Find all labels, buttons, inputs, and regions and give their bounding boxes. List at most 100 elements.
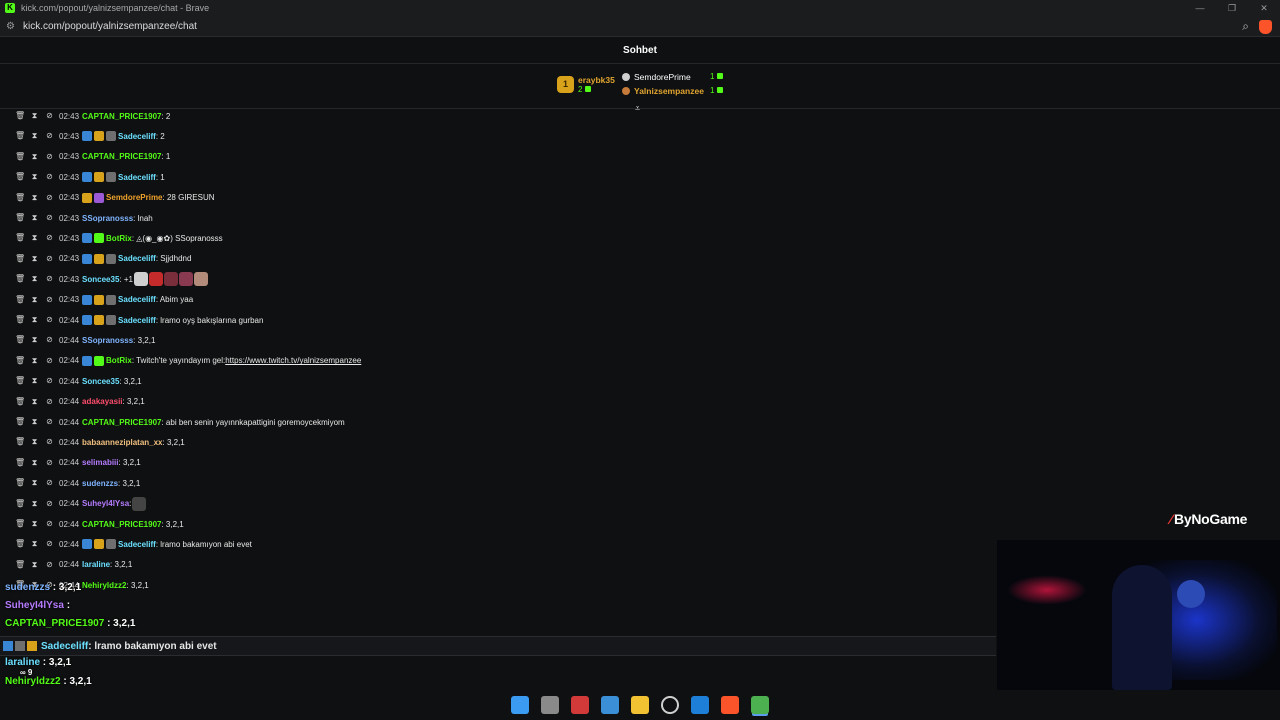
delete-icon[interactable]: 🗑 xyxy=(15,111,25,121)
maximize-button[interactable]: ❐ xyxy=(1216,0,1248,16)
ban-icon[interactable]: ⊘ xyxy=(46,254,53,264)
ban-icon[interactable]: ⊘ xyxy=(46,437,53,447)
chat-message[interactable]: 🗑 ⧗ ⊘ 02:43 SemdorePrime: 28 GIRESUN xyxy=(0,191,215,205)
leaderboard-second[interactable]: SemdorePrime xyxy=(622,72,691,82)
timeout-icon[interactable]: ⧗ xyxy=(31,376,38,386)
chat-message[interactable]: 🗑 ⧗ ⊘ 02:44 Suheyl4lYsa: xyxy=(0,496,147,511)
message-link[interactable]: https://www.twitch.tv/yalnizsempanzee xyxy=(225,356,361,365)
ban-icon[interactable]: ⊘ xyxy=(46,315,53,325)
delete-icon[interactable]: 🗑 xyxy=(15,519,25,529)
minimize-button[interactable]: — xyxy=(1184,0,1216,16)
site-settings-icon[interactable]: ⚙ xyxy=(6,21,15,32)
message-username[interactable]: babaanneziplatan_xx xyxy=(82,438,162,447)
ban-icon[interactable]: ⊘ xyxy=(46,172,53,182)
delete-icon[interactable]: 🗑 xyxy=(15,131,25,141)
zoom-icon[interactable]: ⌕ xyxy=(1242,19,1249,34)
timeout-icon[interactable]: ⧗ xyxy=(31,519,38,529)
message-username[interactable]: CAPTAN_PRICE1907 xyxy=(82,520,161,529)
chat-message[interactable]: 🗑 ⧗ ⊘ 02:44 Sadeceliff: lramo bakamıyon abi … xyxy=(0,537,252,551)
message-username[interactable]: sudenzzs xyxy=(82,479,118,488)
delete-icon[interactable]: 🗑 xyxy=(15,560,25,570)
timeout-icon[interactable]: ⧗ xyxy=(31,539,38,549)
leaderboard-first[interactable]: 1 eraybk35 2 xyxy=(557,75,615,94)
delete-icon[interactable]: 🗑 xyxy=(15,172,25,182)
chat-message[interactable]: 🗑 ⧗ ⊘ 02:44 SSopranosss: 3,2,1 xyxy=(0,333,155,347)
chat-message[interactable]: 🗑 ⧗ ⊘ 02:44 BotRix: Twitch'te yayındayım gel… xyxy=(0,354,361,368)
chrome-icon[interactable] xyxy=(751,696,769,714)
delete-icon[interactable]: 🗑 xyxy=(15,417,25,427)
delete-icon[interactable]: 🗑 xyxy=(15,478,25,488)
ban-icon[interactable]: ⊘ xyxy=(46,295,53,305)
message-username[interactable]: SSopranosss xyxy=(82,214,133,223)
delete-icon[interactable]: 🗑 xyxy=(15,335,25,345)
message-username[interactable]: Soncee35 xyxy=(82,275,119,284)
ban-icon[interactable]: ⊘ xyxy=(46,458,53,468)
timeout-icon[interactable]: ⧗ xyxy=(31,499,38,509)
message-username[interactable]: SSopranosss xyxy=(82,336,133,345)
delete-icon[interactable]: 🗑 xyxy=(15,295,25,305)
chat-message[interactable]: 🗑 ⧗ ⊘ 02:44 babaanneziplatan_xx: 3,2,1 xyxy=(0,435,185,449)
ban-icon[interactable]: ⊘ xyxy=(46,213,53,223)
brave-icon[interactable] xyxy=(721,696,739,714)
delete-icon[interactable]: 🗑 xyxy=(15,356,25,366)
snipping-tool-icon[interactable] xyxy=(571,696,589,714)
ban-icon[interactable]: ⊘ xyxy=(46,478,53,488)
chat-message[interactable]: 🗑 ⧗ ⊘ 02:43 SSopranosss: lnah xyxy=(0,211,153,225)
chat-message[interactable]: 🗑 ⧗ ⊘ 02:43 Sadeceliff: Sjjdhdnd xyxy=(0,252,191,266)
chat-message[interactable]: 🗑 ⧗ ⊘ 02:43 Sadeceliff: Abim yaa xyxy=(0,293,193,307)
message-username[interactable]: Sadeceliff xyxy=(118,254,156,263)
timeout-icon[interactable]: ⧗ xyxy=(31,335,38,345)
message-username[interactable]: Soncee35 xyxy=(82,377,119,386)
timeout-icon[interactable]: ⧗ xyxy=(31,417,38,427)
delete-icon[interactable]: 🗑 xyxy=(15,274,25,284)
ban-icon[interactable]: ⊘ xyxy=(46,519,53,529)
timeout-icon[interactable]: ⧗ xyxy=(31,213,38,223)
delete-icon[interactable]: 🗑 xyxy=(15,539,25,549)
timeout-icon[interactable]: ⧗ xyxy=(31,458,38,468)
message-username[interactable]: Sadeceliff xyxy=(118,295,156,304)
message-username[interactable]: adakayasii xyxy=(82,397,122,406)
timeout-icon[interactable]: ⧗ xyxy=(31,478,38,488)
timeout-icon[interactable]: ⧗ xyxy=(31,111,38,121)
chat-message[interactable]: 🗑 ⧗ ⊘ 02:44 selimabiii: 3,2,1 xyxy=(0,456,141,470)
address-bar[interactable]: ⚙ kick.com/popout/yalnizsempanzee/chat ⌕ xyxy=(0,16,1280,37)
message-username[interactable]: Sadeceliff xyxy=(118,316,156,325)
timeout-icon[interactable]: ⧗ xyxy=(31,397,38,407)
ban-icon[interactable]: ⊘ xyxy=(46,376,53,386)
chat-message[interactable]: 🗑 ⧗ ⊘ 02:43 Soncee35: +1 xyxy=(0,272,208,287)
chat-message[interactable]: 🗑 ⧗ ⊘ 02:44 laraline: 3,2,1 xyxy=(0,558,132,572)
delete-icon[interactable]: 🗑 xyxy=(15,254,25,264)
chat-message[interactable]: 🗑 ⧗ ⊘ 02:44 Soncee35: 3,2,1 xyxy=(0,374,142,388)
chat-message[interactable]: 🗑 ⧗ ⊘ 02:44 sudenzzs: 3,2,1 xyxy=(0,476,140,490)
ban-icon[interactable]: ⊘ xyxy=(46,499,53,509)
message-username[interactable]: Sadeceliff xyxy=(118,173,156,182)
message-username[interactable]: Suheyl4lYsa xyxy=(82,499,129,508)
timeout-icon[interactable]: ⧗ xyxy=(31,560,38,570)
leaderboard-third[interactable]: Yalnizsempanzee xyxy=(622,86,704,96)
chat-message[interactable]: 🗑 ⧗ ⊘ 02:44 Sadeceliff: lramo oyş bakışların… xyxy=(0,313,263,327)
chat-message[interactable]: 🗑 ⧗ ⊘ 02:43 CAPTAN_PRICE1907: 2 xyxy=(0,109,170,123)
delete-icon[interactable]: 🗑 xyxy=(15,233,25,243)
ban-icon[interactable]: ⊘ xyxy=(46,274,53,284)
message-username[interactable]: CAPTAN_PRICE1907 xyxy=(82,112,161,121)
ban-icon[interactable]: ⊘ xyxy=(46,152,53,162)
chat-message[interactable]: 🗑 ⧗ ⊘ 02:43 Sadeceliff: 1 xyxy=(0,170,165,184)
chat-message[interactable]: 🗑 ⧗ ⊘ 02:43 CAPTAN_PRICE1907: 1 xyxy=(0,150,170,164)
message-username[interactable]: Sadeceliff xyxy=(118,132,156,141)
chat-message[interactable]: 🗑 ⧗ ⊘ 02:44 CAPTAN_PRICE1907: abi ben senin … xyxy=(0,415,345,429)
delete-icon[interactable]: 🗑 xyxy=(15,152,25,162)
timeout-icon[interactable]: ⧗ xyxy=(31,274,38,284)
message-username[interactable]: selimabiii xyxy=(82,458,118,467)
delete-icon[interactable]: 🗑 xyxy=(15,376,25,386)
url-text[interactable]: kick.com/popout/yalnizsempanzee/chat xyxy=(23,21,197,32)
delete-icon[interactable]: 🗑 xyxy=(15,213,25,223)
ban-icon[interactable]: ⊘ xyxy=(46,193,53,203)
message-username[interactable]: SemdorePrime xyxy=(106,193,162,202)
timeout-icon[interactable]: ⧗ xyxy=(31,254,38,264)
brave-shields-icon[interactable] xyxy=(1259,19,1272,34)
ban-icon[interactable]: ⊘ xyxy=(46,233,53,243)
chat-message[interactable]: 🗑 ⧗ ⊘ 02:44 adakayasii: 3,2,1 xyxy=(0,395,145,409)
delete-icon[interactable]: 🗑 xyxy=(15,437,25,447)
timeout-icon[interactable]: ⧗ xyxy=(31,152,38,162)
timeout-icon[interactable]: ⧗ xyxy=(31,131,38,141)
